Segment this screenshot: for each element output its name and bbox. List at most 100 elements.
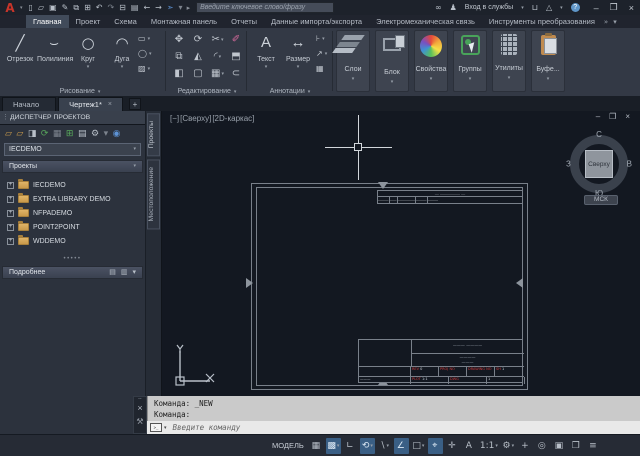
expand-icon[interactable]: + xyxy=(7,224,14,231)
user-icon[interactable]: ♟ xyxy=(450,3,457,12)
view-control-button[interactable]: [Сверху] xyxy=(180,114,211,123)
draw-small-button[interactable]: ▨ ▾ xyxy=(138,61,151,76)
status-toggle-button[interactable]: ▣ xyxy=(552,438,567,454)
details-preview-icon[interactable]: ▥ xyxy=(121,267,128,278)
ribbon-tab[interactable]: Отчеты xyxy=(224,15,264,28)
qat-icon[interactable]: ↷ xyxy=(107,1,114,15)
draw-small-button[interactable]: ▭ ▾ xyxy=(138,31,151,46)
palette-side-tab[interactable]: Проекты xyxy=(147,113,160,156)
status-toggle-button[interactable]: ⚙ ▾ xyxy=(501,438,516,454)
drawing-close-button[interactable]: × xyxy=(625,112,630,121)
status-toggle-button[interactable]: ≡ xyxy=(586,438,601,454)
status-toggle-button[interactable]: ⌖ xyxy=(428,438,443,454)
ribbon-tab[interactable]: Данные импорта/экспорта xyxy=(264,15,369,28)
file-tab-close-icon[interactable]: × xyxy=(108,98,112,111)
viewcube-west[interactable]: З xyxy=(566,160,571,169)
qat-icon[interactable]: ➣ xyxy=(167,1,174,15)
project-tree-item[interactable]: + IECDEMO xyxy=(7,178,145,192)
status-toggle-button[interactable]: ▦ xyxy=(309,438,324,454)
customize-icon[interactable]: ⚒ xyxy=(134,414,146,430)
modify-tool-button[interactable]: ✥ xyxy=(170,31,189,48)
details-list-icon[interactable]: ▤ xyxy=(109,267,116,278)
annotation-small-button[interactable]: ⊦ ▾ xyxy=(316,31,327,46)
draw-tool-button[interactable]: ◠ Дуга ▾ xyxy=(105,30,139,70)
viewcube[interactable]: С Ю З В Сверху xyxy=(566,131,632,197)
search-icon[interactable]: ∞ xyxy=(435,3,442,12)
exchange-icon[interactable]: △ xyxy=(546,3,552,12)
ribbon-panel-tile[interactable]: Группы ▾ xyxy=(453,30,487,92)
status-toggle-button[interactable]: 1:1 ▾ xyxy=(479,438,499,454)
new-drawing-tab-button[interactable]: + xyxy=(129,98,141,110)
project-toolbar-icon[interactable]: ⚙ xyxy=(91,129,99,139)
modify-tool-button[interactable]: ⊂ xyxy=(227,65,246,82)
file-tab[interactable]: Начало xyxy=(2,97,56,111)
annotation-small-button[interactable]: ▦ xyxy=(316,61,327,76)
ribbon-tab[interactable]: Проект xyxy=(69,15,108,28)
project-toolbar-icon[interactable]: ▱ xyxy=(5,129,12,139)
ribbon-panel-tile[interactable]: Слои ▾ xyxy=(336,30,370,92)
file-tab[interactable]: Чертеж1* × xyxy=(58,97,123,111)
project-toolbar-icon[interactable]: ▤ xyxy=(78,129,87,139)
modify-tool-button[interactable]: ▢ xyxy=(189,65,208,82)
minimize-button[interactable]: – xyxy=(594,3,599,13)
modify-tool-button[interactable]: ⧉ xyxy=(170,48,189,65)
draw-small-button[interactable]: ◯ ▾ xyxy=(138,46,151,61)
expand-icon[interactable]: + xyxy=(7,182,14,189)
ribbon-panel-tile[interactable]: Утилиты ▾ xyxy=(492,30,526,92)
app-menu-caret-icon[interactable]: ▾ xyxy=(20,5,23,11)
command-history[interactable]: Команда: _NEWКоманда: xyxy=(147,396,640,421)
status-toggle-button[interactable]: ∠ xyxy=(394,438,409,454)
tabs-overflow-icon[interactable]: » xyxy=(604,18,608,26)
qat-icon[interactable]: ⊞ xyxy=(84,1,91,15)
draw-tool-button[interactable]: ⌣ Полилиния xyxy=(37,30,71,70)
command-input[interactable]: Введите команду xyxy=(173,423,241,432)
visual-style-button[interactable]: [2D-каркас] xyxy=(212,114,254,123)
status-toggle-button[interactable]: A xyxy=(462,438,477,454)
modify-tool-button[interactable]: ◭ xyxy=(189,48,208,65)
project-toolbar-icon[interactable]: ▱ xyxy=(16,129,23,139)
recent-commands-caret-icon[interactable]: ▾ xyxy=(164,425,167,431)
expand-arrow-icon[interactable]: ▸ xyxy=(187,4,191,12)
active-project-dropdown[interactable]: IECDEMO ▾ xyxy=(4,143,141,156)
command-close-icon[interactable]: × xyxy=(134,402,146,414)
project-toolbar-icon[interactable]: ◉ xyxy=(113,129,121,139)
ribbon-panel-tile[interactable]: Свойства ▾ xyxy=(414,30,448,92)
project-tree-item[interactable]: + POINT2POINT xyxy=(7,220,145,234)
modify-tool-button[interactable]: ◧ xyxy=(170,65,189,82)
project-toolbar-icon[interactable]: ⟳ xyxy=(41,129,49,139)
help-search-input[interactable]: Введите ключевое слово/фразу xyxy=(196,2,334,13)
command-prompt-icon[interactable]: >_ xyxy=(150,423,162,432)
drawing-restore-button[interactable]: ❐ xyxy=(609,112,616,121)
app-store-icon[interactable]: ⊔ xyxy=(532,3,538,12)
help-icon[interactable]: ? xyxy=(571,3,580,12)
palette-grip[interactable]: ⋮⋮ xyxy=(2,111,16,125)
app-logo-icon[interactable]: A xyxy=(0,1,20,15)
status-toggle-button[interactable]: ✛ xyxy=(445,438,460,454)
annotation-tool-button[interactable]: ↔ Размер ▾ xyxy=(282,30,314,70)
modify-tool-button[interactable]: ◜ ▾ xyxy=(208,48,227,65)
qat-icon[interactable]: → xyxy=(155,1,162,15)
status-toggle-button[interactable]: ❐ xyxy=(569,438,584,454)
project-toolbar-icon[interactable]: ◨ xyxy=(28,129,37,139)
drawing-minimize-button[interactable]: ‒ xyxy=(596,112,600,121)
qat-icon[interactable]: ⧉ xyxy=(73,1,79,15)
model-space-button[interactable]: МОДЕЛЬ xyxy=(268,438,308,453)
ribbon-tab[interactable]: Схема xyxy=(107,15,144,28)
project-tree-item[interactable]: + NFPADEMO xyxy=(7,206,145,220)
qat-icon[interactable]: ↶ xyxy=(96,1,103,15)
wcs-dropdown[interactable]: МСК xyxy=(584,195,618,205)
viewcube-north[interactable]: С xyxy=(596,130,602,139)
project-toolbar-icon[interactable]: ⊞ xyxy=(66,129,74,139)
sign-in-caret-icon[interactable]: ▾ xyxy=(521,5,524,11)
project-tree-item[interactable]: + EXTRA LIBRARY DEMO xyxy=(7,192,145,206)
ribbon-tab[interactable]: Главная xyxy=(26,15,69,28)
status-toggle-button[interactable]: ◎ xyxy=(535,438,550,454)
ribbon-display-toggle-icon[interactable]: ▾ xyxy=(613,18,617,26)
modify-tool-button[interactable]: ✐ xyxy=(227,31,246,48)
status-toggle-button[interactable]: □ ▾ xyxy=(411,438,426,454)
viewport-menu-button[interactable]: [−] xyxy=(170,114,179,123)
viewcube-east[interactable]: В xyxy=(627,160,632,169)
panel-label-modify[interactable]: Редактирование▾ xyxy=(167,88,247,95)
expand-icon[interactable]: + xyxy=(7,238,14,245)
project-tree-item[interactable]: + WDDEMO xyxy=(7,234,145,248)
